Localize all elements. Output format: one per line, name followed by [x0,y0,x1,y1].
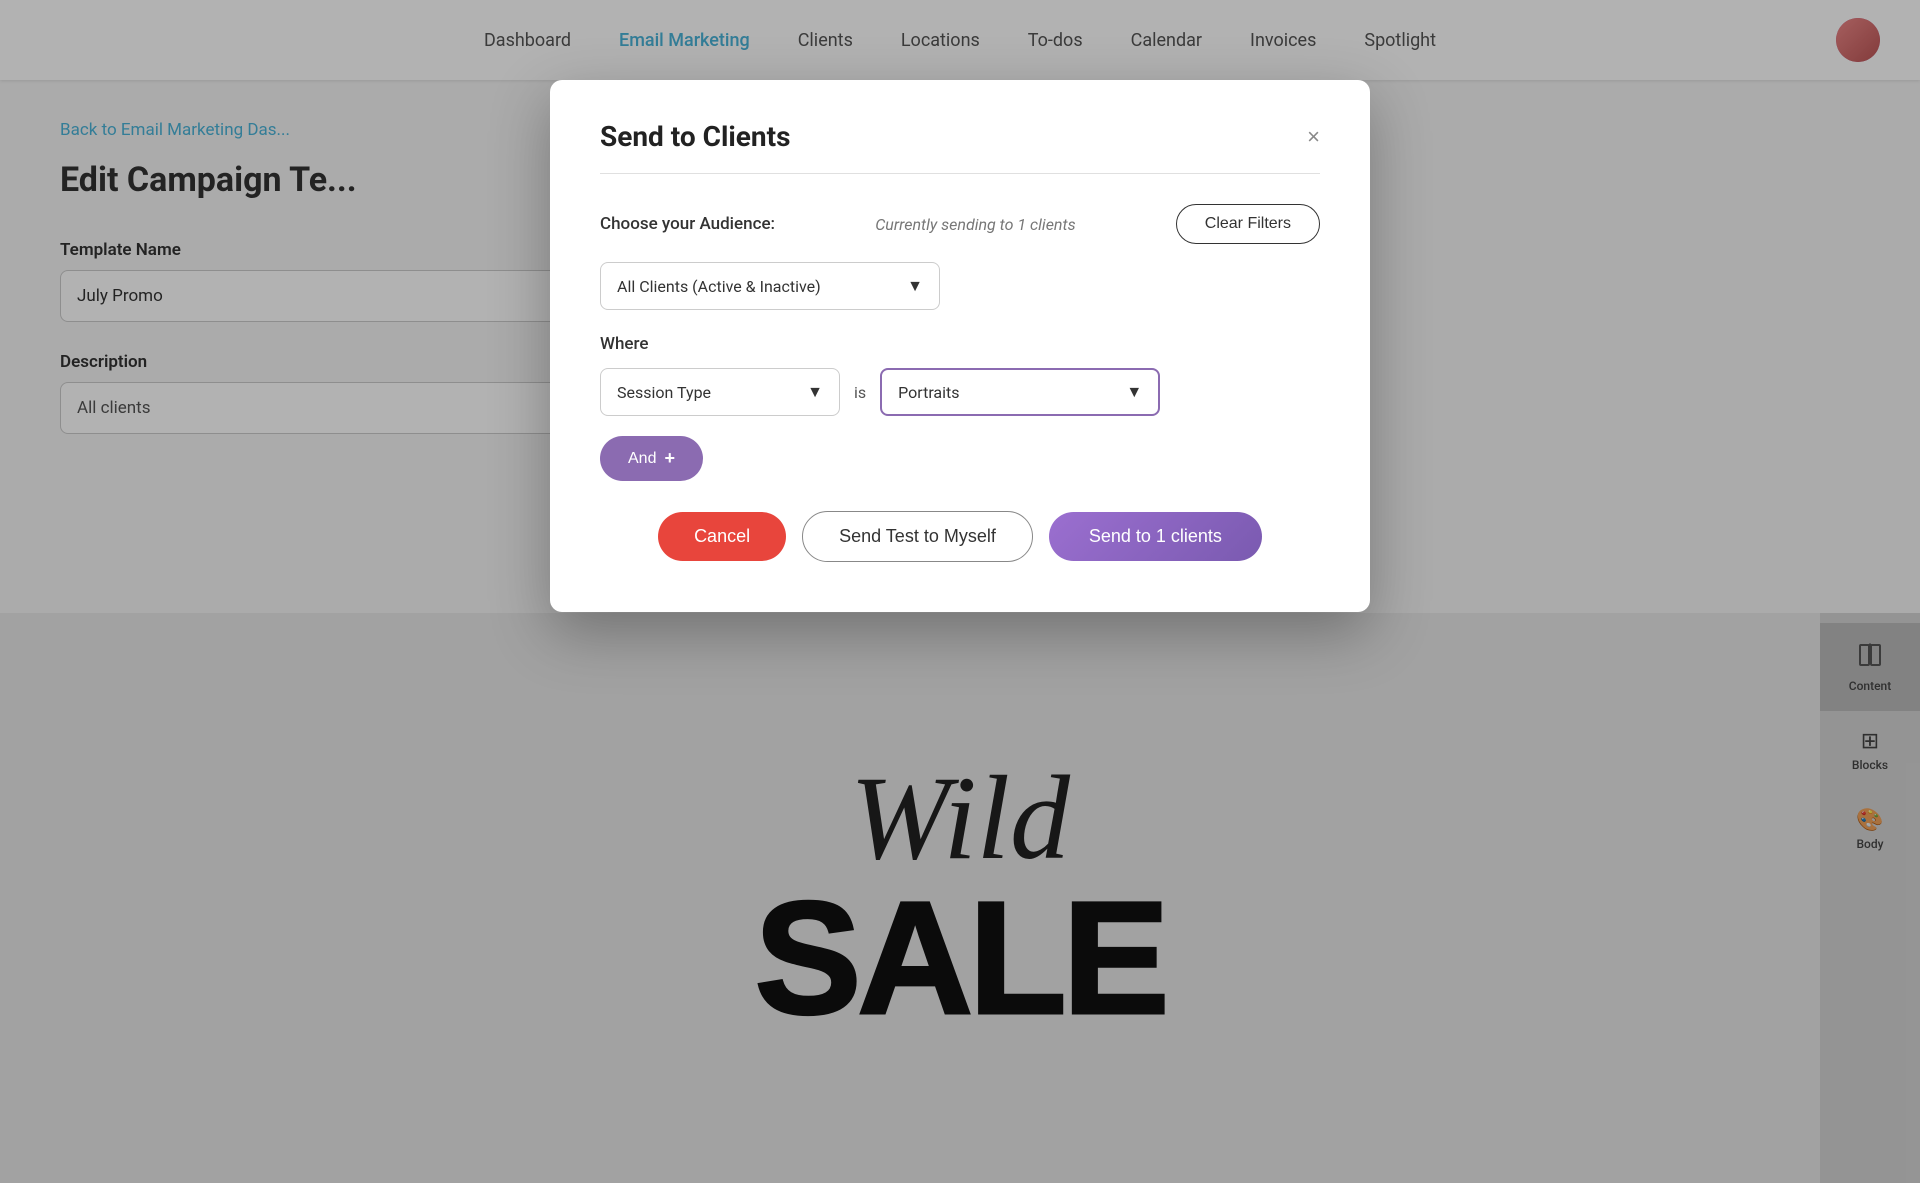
audience-row: Choose your Audience: Currently sending … [600,204,1320,244]
and-button[interactable]: And + [600,436,703,481]
portraits-select[interactable]: Portraits ▼ [880,368,1160,416]
audience-select-display[interactable]: All Clients (Active & Inactive) ▼ [600,262,940,310]
where-row: Session Type ▼ is Portraits ▼ [600,368,1320,416]
clear-filters-button[interactable]: Clear Filters [1176,204,1320,244]
session-type-value: Session Type [617,383,711,402]
audience-chevron-icon: ▼ [907,276,923,296]
is-text: is [854,383,866,402]
send-to-clients-button[interactable]: Send to 1 clients [1049,512,1262,561]
sending-info: Currently sending to 1 clients [795,215,1156,234]
portraits-chevron-icon: ▼ [1126,382,1142,402]
modal-title: Send to Clients [600,120,790,153]
where-label: Where [600,334,1320,354]
portraits-value: Portraits [898,383,959,402]
audience-label: Choose your Audience: [600,214,775,234]
modal-cancel-button[interactable]: Cancel [658,512,786,561]
plus-icon: + [664,448,675,469]
modal-header: Send to Clients × [600,120,1320,174]
session-type-chevron-icon: ▼ [807,382,823,402]
modal-close-button[interactable]: × [1307,126,1320,148]
and-label: And [628,450,656,468]
audience-selected-value: All Clients (Active & Inactive) [617,277,821,296]
modal-footer: Cancel Send Test to Myself Send to 1 cli… [600,511,1320,562]
send-to-clients-modal: Send to Clients × Choose your Audience: … [550,80,1370,612]
session-type-select[interactable]: Session Type ▼ [600,368,840,416]
portraits-display[interactable]: Portraits ▼ [880,368,1160,416]
send-test-button[interactable]: Send Test to Myself [802,511,1033,562]
session-type-display[interactable]: Session Type ▼ [600,368,840,416]
audience-select[interactable]: All Clients (Active & Inactive) ▼ [600,262,940,310]
